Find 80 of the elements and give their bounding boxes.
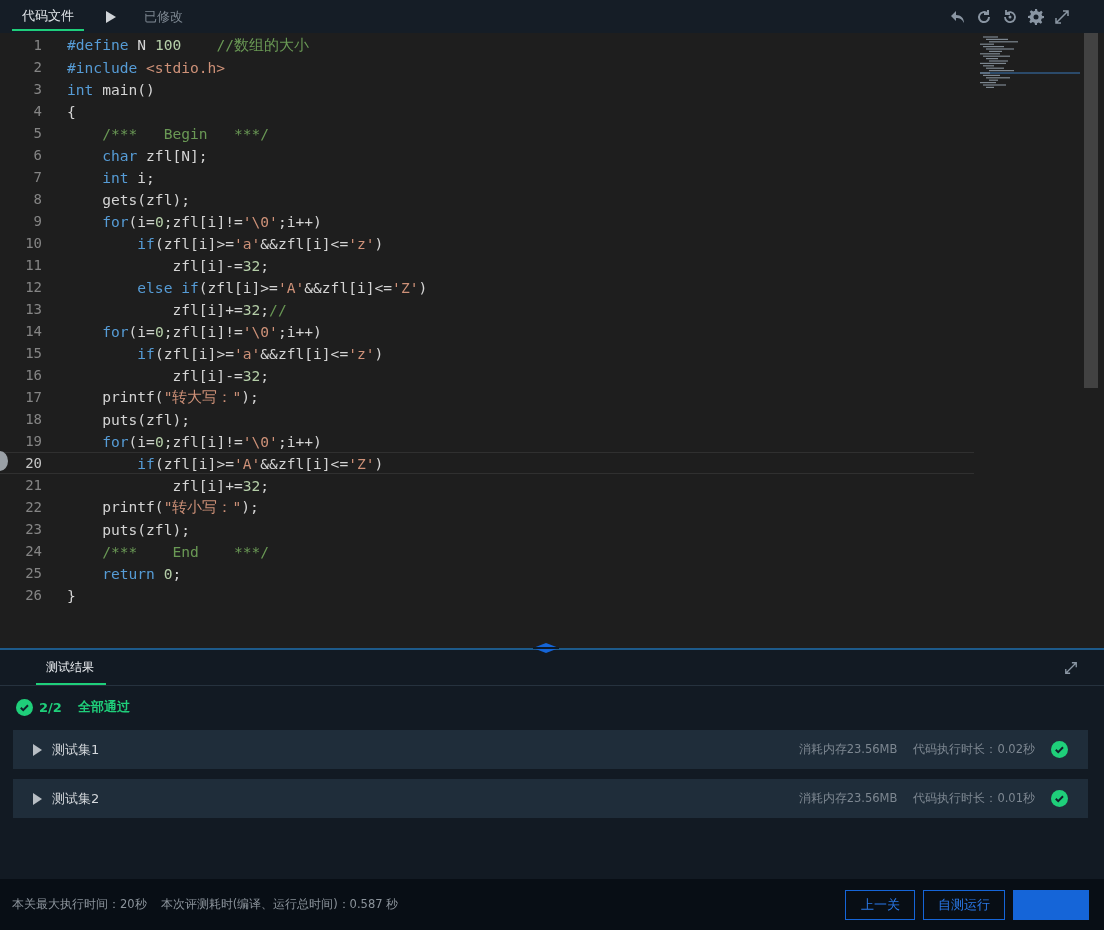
code-line: gets(zfl); (101, 190, 190, 208)
footer-button[interactable]: 上一关 (845, 889, 915, 920)
code-line: #include <stdio.h> (67, 58, 226, 76)
line-number: 10 (24, 235, 42, 251)
code-line: } (67, 586, 76, 604)
line-number: 21 (24, 477, 42, 493)
memory-usage: 消耗内存23.56MB (798, 791, 898, 806)
code-line: zfl[i]-=32; (171, 256, 270, 274)
code-line: for(i=0;zfl[i]!='\0';i++) (101, 432, 322, 450)
code-line: zfl[i]+=32; (171, 476, 270, 494)
code-line: for(i=0;zfl[i]!='\0';i++) (101, 212, 322, 230)
test-set-row[interactable]: 测试集2 消耗内存23.56MB 代码执行时长：0.01秒 (13, 779, 1088, 818)
line-number: 15 (24, 345, 42, 361)
file-status: 已修改 (144, 7, 183, 26)
line-number: 20 (24, 455, 42, 471)
line-number: 3 (32, 81, 42, 97)
line-number: 16 (24, 367, 42, 383)
line-number: 4 (32, 103, 42, 119)
code-line: { (67, 102, 76, 120)
line-number: 26 (24, 587, 42, 603)
expand-icon[interactable] (1064, 660, 1078, 675)
code-line: return 0; (101, 564, 182, 582)
line-number: 18 (24, 411, 42, 427)
code-line: int i; (101, 168, 155, 186)
line-number: 5 (32, 125, 42, 141)
line-number: 19 (24, 433, 42, 449)
code-line: for(i=0;zfl[i]!='\0';i++) (101, 322, 322, 340)
line-number: 7 (32, 169, 42, 185)
history-icon[interactable] (1002, 8, 1018, 25)
code-line: char zfl[N]; (101, 146, 208, 164)
line-number: 22 (24, 499, 42, 515)
code-line: #define N 100 //数组的大小 (67, 35, 309, 55)
resize-handle-icon[interactable] (533, 643, 559, 653)
code-line: /*** Begin ***/ (101, 124, 270, 142)
footer-button[interactable]: 自测运行 (923, 889, 1005, 920)
line-number: 1 (32, 37, 42, 53)
code-line: if(zfl[i]>='a'&&zfl[i]<='z') (136, 234, 384, 252)
editor-tab[interactable]: 代码文件 (12, 0, 84, 33)
line-number: 14 (24, 323, 42, 339)
pass-count: 2/2 (39, 699, 62, 715)
code-line: else if(zfl[i]>='A'&&zfl[i]<='Z') (136, 278, 428, 296)
test-set-name: 测试集1 (52, 740, 100, 759)
refresh-icon[interactable] (976, 8, 992, 25)
test-set-row[interactable]: 测试集1 消耗内存23.56MB 代码执行时长：0.02秒 (13, 730, 1088, 769)
code-line: /*** End ***/ (101, 542, 270, 560)
code-line: zfl[i]+=32;// (171, 300, 287, 318)
line-number: 9 (32, 213, 42, 229)
line-number: 24 (24, 543, 42, 559)
settings-icon[interactable] (1028, 8, 1044, 25)
caret-icon[interactable] (33, 792, 42, 805)
caret-icon[interactable] (33, 743, 42, 756)
line-number: 17 (24, 389, 42, 405)
scrollbar[interactable] (1084, 33, 1098, 388)
result-tab[interactable]: 测试结果 (34, 650, 106, 685)
line-number: 8 (32, 191, 42, 207)
code-line: int main() (67, 80, 155, 98)
code-line: zfl[i]-=32; (171, 366, 270, 384)
code-line: printf("转大写："); (101, 387, 259, 407)
line-number: 25 (24, 565, 42, 581)
execution-time: 代码执行时长：0.01秒 (913, 791, 1035, 806)
code-line: if(zfl[i]>='A'&&zfl[i]<='Z') (136, 454, 384, 472)
evaluation-time: 本次评测耗时(编译、运行总时间)：0.587 秒 (160, 897, 399, 912)
line-number: 23 (24, 521, 42, 537)
pass-status: 全部通过 (77, 698, 130, 716)
code-line: if(zfl[i]>='a'&&zfl[i]<='z') (136, 344, 384, 362)
submit-button[interactable] (1013, 889, 1089, 920)
execution-time: 代码执行时长：0.02秒 (913, 742, 1035, 757)
memory-usage: 消耗内存23.56MB (798, 742, 898, 757)
line-number: 2 (32, 59, 42, 75)
play-icon[interactable] (106, 10, 116, 23)
code-line: puts(zfl); (101, 410, 190, 428)
line-number: 6 (32, 147, 42, 163)
code-line: puts(zfl); (101, 520, 190, 538)
line-number: 13 (24, 301, 42, 317)
line-number: 12 (24, 279, 42, 295)
test-set-name: 测试集2 (52, 789, 100, 808)
line-number: 11 (24, 257, 42, 273)
expand-icon[interactable] (1054, 8, 1070, 25)
max-execution-time: 本关最大执行时间：20秒 (12, 897, 147, 912)
code-line: printf("转小写："); (101, 497, 259, 517)
